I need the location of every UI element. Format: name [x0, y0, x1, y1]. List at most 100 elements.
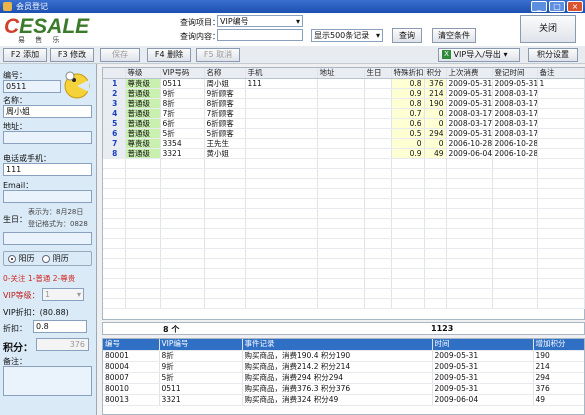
- table-cell-last[interactable]: 2009-05-31: [446, 88, 493, 99]
- table-cell-reg[interactable]: 2008-03-17: [492, 118, 538, 129]
- table-cell-level[interactable]: 普通级: [125, 98, 161, 109]
- table-cell-bday[interactable]: [364, 108, 392, 119]
- history-cell-event[interactable]: 购买商品，消费324 积分49: [242, 394, 433, 406]
- table-cell-level[interactable]: 尊贵级: [125, 138, 161, 149]
- history-cell-id[interactable]: 80013: [103, 394, 160, 406]
- table-cell-addr[interactable]: [317, 138, 365, 149]
- table-row[interactable]: 6 普通级 5折 5折顾客 0.5 294 2009-05-31 2008-03-17: [103, 128, 585, 139]
- col-header[interactable]: 手机: [245, 68, 318, 79]
- table-cell-disc[interactable]: 0.9: [391, 88, 425, 99]
- table-cell-addr[interactable]: [317, 108, 365, 119]
- history-cell-event[interactable]: 购买商品，消费294 积分294: [242, 372, 433, 384]
- col-header[interactable]: [103, 68, 126, 79]
- table-cell-reg[interactable]: 2008-03-17: [492, 88, 538, 99]
- col-header[interactable]: 时间: [432, 339, 534, 351]
- table-row[interactable]: 4 普通级 7折 7折顾客 0.7 0 2008-03-17 2008-03-17: [103, 108, 585, 119]
- table-cell-last[interactable]: 2008-03-17: [446, 118, 493, 129]
- phone-field[interactable]: 111: [3, 163, 92, 176]
- table-cell-phone[interactable]: [245, 148, 318, 159]
- table-cell-n[interactable]: 2: [103, 88, 126, 99]
- table-row[interactable]: 80001 8折 购买商品，消费190.4 积分190 2009-05-31 190: [103, 350, 584, 362]
- table-cell-pts[interactable]: 214: [424, 88, 447, 99]
- table-cell-level[interactable]: 普通级: [125, 128, 161, 139]
- history-cell-event[interactable]: 购买商品，消费190.4 积分190: [242, 350, 433, 362]
- table-row[interactable]: 2 普通级 9折 9折顾客 0.9 214 2009-05-31 2008-03-17: [103, 88, 585, 99]
- history-cell-time[interactable]: 2009-05-31: [432, 361, 534, 373]
- table-row[interactable]: 80004 9折 购买商品，消费214.2 积分214 2009-05-31 214: [103, 361, 584, 373]
- table-cell-level[interactable]: 普通级: [125, 148, 161, 159]
- table-cell-note[interactable]: [537, 128, 585, 139]
- history-cell-add[interactable]: 376: [533, 383, 584, 395]
- table-cell-note[interactable]: [537, 138, 585, 149]
- table-cell-level[interactable]: 普通级: [125, 108, 161, 119]
- close-button[interactable]: 关闭: [520, 15, 576, 43]
- history-cell-event[interactable]: 购买商品，消费214.2 积分214: [242, 361, 433, 373]
- table-row[interactable]: 80010 0511 购买商品，消费376.3 积分376 2009-05-31 376: [103, 383, 584, 395]
- maximize-button[interactable]: □: [549, 1, 565, 12]
- notes-field[interactable]: [3, 366, 92, 396]
- table-cell-last[interactable]: 2009-05-31: [446, 98, 493, 109]
- history-cell-vip[interactable]: 3321: [159, 394, 243, 406]
- table-cell-level[interactable]: 普通级: [125, 88, 161, 99]
- table-cell-pts[interactable]: 190: [424, 98, 447, 109]
- table-cell-vip[interactable]: 5折: [160, 128, 205, 139]
- table-row[interactable]: 7 尊贵级 3354 王先生 0 0 2006-10-28 2006-10-28: [103, 138, 585, 149]
- table-cell-n[interactable]: 8: [103, 148, 126, 159]
- table-cell-n[interactable]: 1: [103, 78, 126, 89]
- table-cell-phone[interactable]: [245, 108, 318, 119]
- query-item-select[interactable]: VIP编号 ▾: [217, 15, 303, 27]
- table-cell-addr[interactable]: [317, 128, 365, 139]
- table-cell-phone[interactable]: [245, 128, 318, 139]
- table-cell-pts[interactable]: 49: [424, 148, 447, 159]
- table-cell-disc[interactable]: 0.9: [391, 148, 425, 159]
- history-cell-event[interactable]: 购买商品，消费376.3 积分376: [242, 383, 433, 395]
- table-cell-note[interactable]: [537, 88, 585, 99]
- table-cell-name[interactable]: 9折顾客: [204, 88, 246, 99]
- vip-level-select[interactable]: 1 ▾: [42, 288, 84, 301]
- lunar-radio[interactable]: [42, 254, 51, 263]
- table-cell-addr[interactable]: [317, 148, 365, 159]
- close-window-button[interactable]: ×: [567, 1, 583, 12]
- col-header[interactable]: 生日: [364, 68, 392, 79]
- table-cell-bday[interactable]: [364, 98, 392, 109]
- table-cell-phone[interactable]: 111: [245, 78, 318, 89]
- table-cell-bday[interactable]: [364, 148, 392, 159]
- record-limit-select[interactable]: 显示500条记录 ▾: [311, 29, 383, 42]
- table-cell-last[interactable]: 2008-03-17: [446, 108, 493, 119]
- col-header[interactable]: 地址: [317, 68, 365, 79]
- table-cell-disc[interactable]: 0.6: [391, 118, 425, 129]
- history-cell-id[interactable]: 80007: [103, 372, 160, 384]
- table-cell-addr[interactable]: [317, 78, 365, 89]
- table-cell-name[interactable]: 8折顾客: [204, 98, 246, 109]
- col-header[interactable]: 事件记录: [242, 339, 433, 351]
- history-cell-vip[interactable]: 9折: [159, 361, 243, 373]
- table-row[interactable]: 80007 5折 购买商品，消费294 积分294 2009-05-31 294: [103, 372, 584, 384]
- table-cell-pts[interactable]: 0: [424, 118, 447, 129]
- table-cell-phone[interactable]: [245, 118, 318, 129]
- table-cell-name[interactable]: 5折顾客: [204, 128, 246, 139]
- col-header[interactable]: 等级: [125, 68, 161, 79]
- history-cell-add[interactable]: 49: [533, 394, 584, 406]
- table-cell-last[interactable]: 2009-05-31: [446, 78, 493, 89]
- history-cell-id[interactable]: 80010: [103, 383, 160, 395]
- col-header[interactable]: VIP编号: [159, 339, 243, 351]
- col-header[interactable]: VIP号码: [160, 68, 205, 79]
- table-cell-n[interactable]: 5: [103, 118, 126, 129]
- birthday-field[interactable]: [3, 232, 92, 245]
- history-cell-time[interactable]: 2009-06-04: [432, 394, 534, 406]
- table-cell-note[interactable]: [537, 148, 585, 159]
- col-header[interactable]: 上次消费: [446, 68, 493, 79]
- table-cell-reg[interactable]: 2006-10-28: [492, 138, 538, 149]
- table-cell-disc[interactable]: 0.7: [391, 108, 425, 119]
- table-cell-vip[interactable]: 8折: [160, 98, 205, 109]
- id-field[interactable]: 0511: [3, 80, 61, 93]
- save-button[interactable]: 保存: [100, 48, 140, 62]
- table-cell-phone[interactable]: [245, 88, 318, 99]
- minimize-button[interactable]: _: [531, 1, 547, 12]
- points-settings-button[interactable]: 积分设置: [528, 48, 578, 62]
- table-cell-pts[interactable]: 0: [424, 138, 447, 149]
- add-button[interactable]: F2 添加: [3, 48, 47, 62]
- table-cell-phone[interactable]: [245, 98, 318, 109]
- import-export-button[interactable]: X VIP导入/导出 ▾: [438, 48, 520, 62]
- table-cell-bday[interactable]: [364, 78, 392, 89]
